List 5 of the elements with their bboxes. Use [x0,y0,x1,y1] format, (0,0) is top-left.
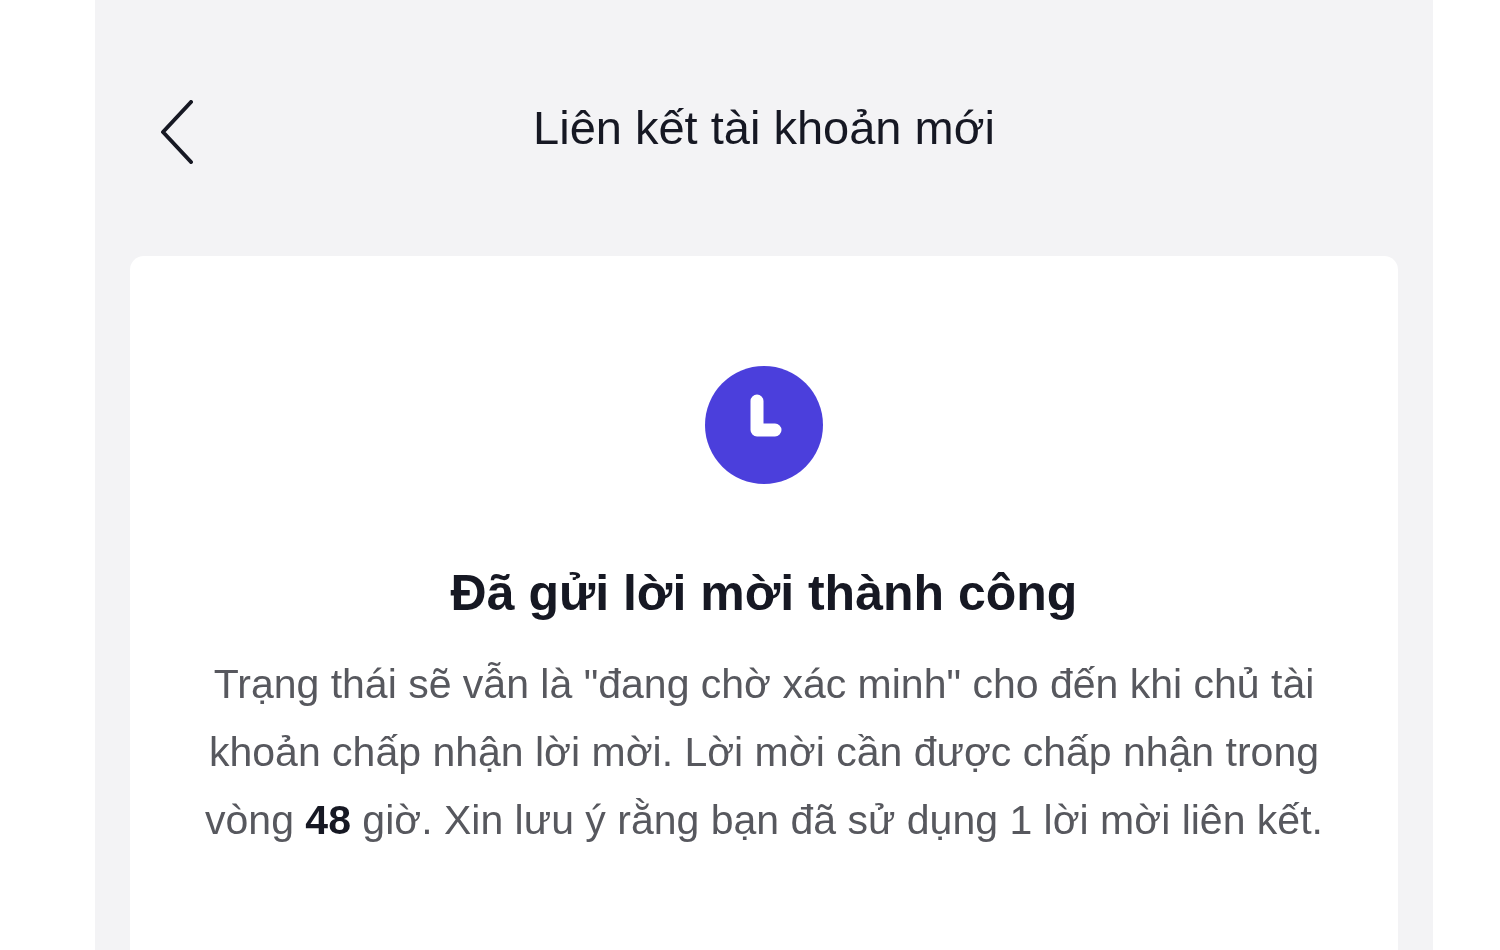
screen-title: Liên kết tài khoản mới [533,99,995,155]
status-message: Trạng thái sẽ vẫn là "đang chờ xác minh" cho đến khi chủ tài khoản chấp nhận lời mời. Lời mời cần được chấp nhận trong vòng 48 giờ. Xin lưu ý rằng bạn đã sử dụng 1 lời mời liên kết. [204,660,1324,845]
back-icon [159,100,195,164]
success-title: Đã gửi lời mời thành công [450,564,1078,622]
clock-icon [705,366,823,484]
